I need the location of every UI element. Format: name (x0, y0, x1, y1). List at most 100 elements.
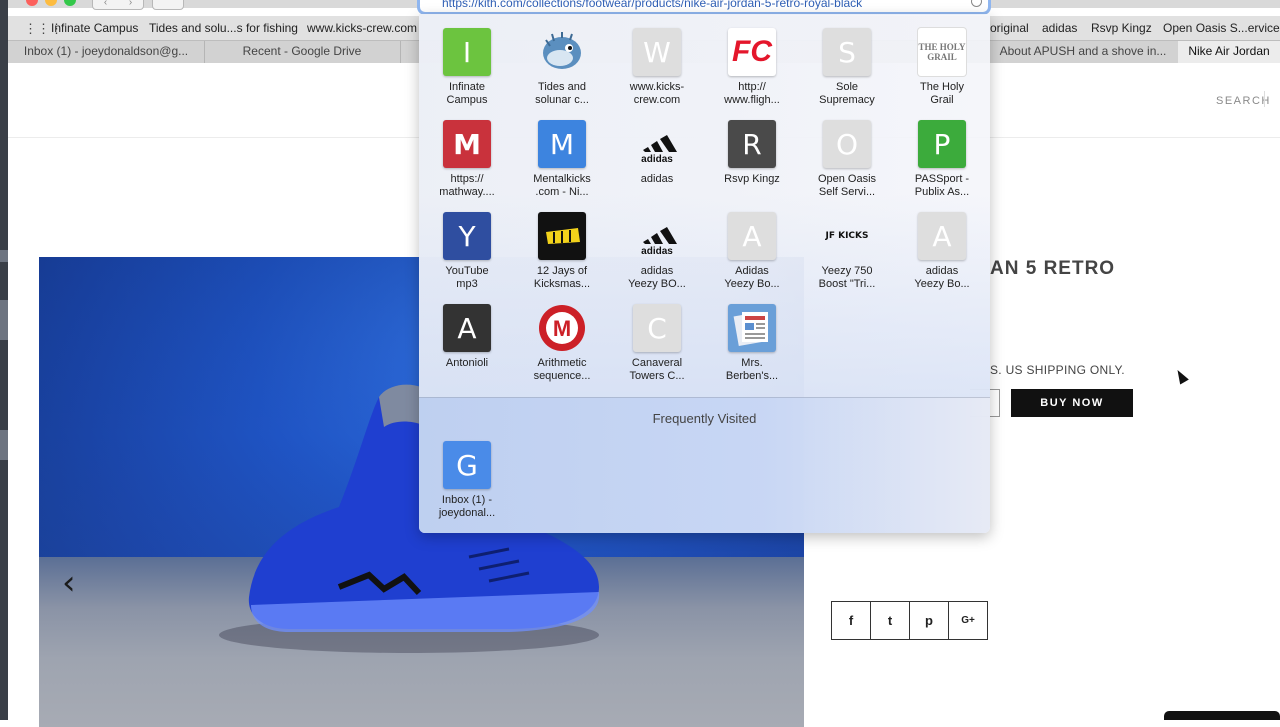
favorite-kicks-crew[interactable]: W www.kicks- crew.com (617, 28, 697, 107)
favorite-adidas[interactable]: adidas adidas (617, 120, 697, 186)
bookmark-original[interactable]: original (990, 21, 1029, 35)
favorite-label: https:// mathway.... (439, 173, 495, 198)
favorite-letter-tile: S (823, 28, 871, 76)
bookmark-infinate-campus[interactable]: Infinate Campus (51, 21, 138, 35)
arithmetic-logo-icon: M (538, 304, 586, 352)
favorite-label: adidas Yeezy Bo... (914, 265, 970, 290)
favorite-label: Mrs. Berben's... (725, 357, 779, 382)
url-text[interactable]: https://kith.com/collections/footwear/pr… (442, 0, 862, 10)
favorite-label: YouTube mp3 (445, 265, 489, 290)
header-divider (1264, 91, 1265, 107)
favorite-holy-grail[interactable]: THE HOLY GRAIL The Holy Grail (902, 28, 982, 107)
adidas-logo-icon: adidas (633, 120, 681, 168)
favorite-letter-tile: C (633, 304, 681, 352)
favorite-letter-tile: A (443, 304, 491, 352)
favorite-arithmetic-sequence[interactable]: M Arithmetic sequence... (522, 304, 602, 383)
favorite-adidas-yeezy-1[interactable]: adidas adidas Yeezy BO... (617, 212, 697, 291)
favorites-popover: I Infinate Campus Tides and solunar c...… (419, 14, 990, 533)
forward-icon[interactable]: › (129, 0, 132, 8)
facebook-share-icon[interactable]: f (832, 602, 871, 639)
favorite-antonioli[interactable]: A Antonioli (427, 304, 507, 370)
favorite-rsvp-kingz[interactable]: R Rsvp Kingz (712, 120, 792, 186)
favorite-label: http:// www.fligh... (724, 81, 780, 106)
favorite-mrs-berben[interactable]: Mrs. Berben's... (712, 304, 792, 383)
sidebar-toggle-button[interactable] (152, 0, 184, 10)
desktop-background (0, 0, 8, 720)
navigation-buttons[interactable]: ‹ › (92, 0, 144, 10)
favorite-letter-tile: R (728, 120, 776, 168)
favorite-label: PASSport - Publix As... (914, 173, 970, 198)
favorite-letter-tile: I (443, 28, 491, 76)
favorite-open-oasis[interactable]: O Open Oasis Self Servi... (807, 120, 887, 199)
favorite-passport[interactable]: P PASSport - Publix As... (902, 120, 982, 199)
favorite-letter-tile: G (443, 441, 491, 489)
mathway-logo-icon: M (443, 120, 491, 168)
favorite-label: Inbox (1) - joeydonal... (438, 494, 496, 519)
bookmark-open-oasis[interactable]: Open Oasis S...ervice (l (1163, 21, 1280, 35)
frequent-inbox[interactable]: G Inbox (1) - joeydonal... (427, 441, 507, 520)
favorite-label: Infinate Campus (446, 81, 488, 106)
favorite-adidas-yeezy-2[interactable]: A Adidas Yeezy Bo... (712, 212, 792, 291)
favorite-label: Mentalkicks .com - Ni... (533, 173, 591, 198)
search-link[interactable]: SEARCH (1216, 95, 1271, 107)
buy-now-button[interactable]: BUY NOW (1011, 389, 1133, 417)
favorite-letter-tile: O (823, 120, 871, 168)
favorite-letter-tile: Y (443, 212, 491, 260)
share-buttons: f t p G+ (831, 601, 988, 640)
favorite-mathway[interactable]: M https:// mathway.... (427, 120, 507, 199)
svg-text:adidas: adidas (641, 154, 673, 165)
favorite-flightclub[interactable]: FC http:// www.fligh... (712, 28, 792, 107)
product-title: AN 5 RETRO (990, 258, 1116, 279)
favorite-label: Adidas Yeezy Bo... (724, 265, 780, 290)
kicksmas-logo-icon (538, 212, 586, 260)
tab-apush[interactable]: About APUSH and a shove in... (988, 41, 1179, 63)
favorite-label: www.kicks- crew.com (629, 81, 685, 106)
tab-nike-air-jordan[interactable]: Nike Air Jordan (1178, 41, 1280, 63)
favorite-sole-supremacy[interactable]: S Sole Supremacy (807, 28, 887, 107)
favorite-letter-tile: M (538, 120, 586, 168)
tab-google-drive[interactable]: Recent - Google Drive (204, 41, 401, 63)
google-plus-share-icon[interactable]: G+ (949, 602, 987, 639)
mouse-cursor (1173, 367, 1189, 385)
holy-grail-logo-icon: THE HOLY GRAIL (918, 28, 966, 76)
minimize-window-button[interactable] (45, 0, 57, 6)
twitter-share-icon[interactable]: t (871, 602, 910, 639)
favorite-tides[interactable]: Tides and solunar c... (522, 28, 602, 107)
reload-icon[interactable] (971, 0, 982, 7)
bookmark-rsvp-kingz[interactable]: Rsvp Kingz (1091, 21, 1152, 35)
favorite-label: Tides and solunar c... (535, 81, 589, 106)
favorite-infinate-campus[interactable]: I Infinate Campus (427, 28, 507, 107)
news-pages-icon (728, 304, 776, 352)
tab-inbox[interactable]: Inbox (1) - joeydonaldson@g... (8, 41, 205, 63)
favorite-canaveral-towers[interactable]: C Canaveral Towers C... (617, 304, 697, 383)
address-bar[interactable]: https://kith.com/collections/footwear/pr… (420, 0, 988, 12)
favorite-adidas-yeezy-3[interactable]: A adidas Yeezy Bo... (902, 212, 982, 291)
favorite-label: Antonioli (445, 357, 489, 369)
chat-widget-tab[interactable] (1164, 711, 1280, 720)
close-window-button[interactable] (26, 0, 38, 6)
popover-divider (419, 397, 990, 398)
bookmark-adidas[interactable]: adidas (1042, 21, 1077, 35)
favorite-letter-tile: P (918, 120, 966, 168)
adidas-logo-icon: adidas (633, 212, 681, 260)
favorite-letter-tile: A (918, 212, 966, 260)
favorite-yeezy-750[interactable]: JF KICKS Yeezy 750 Boost "Tri... (807, 212, 887, 291)
back-icon[interactable]: ‹ (104, 0, 107, 8)
favorite-12-jays[interactable]: 12 Jays of Kicksmas... (522, 212, 602, 291)
favorite-mentalkicks[interactable]: M Mentalkicks .com - Ni... (522, 120, 602, 199)
pinterest-share-icon[interactable]: p (910, 602, 949, 639)
carousel-prev-button[interactable]: ‹ (62, 563, 76, 603)
favorite-label: 12 Jays of Kicksmas... (533, 265, 591, 290)
favorite-label: Rsvp Kingz (724, 173, 780, 185)
svg-text:M: M (553, 316, 571, 341)
favorite-label: adidas (640, 173, 674, 185)
bookmark-kicks-crew[interactable]: www.kicks-crew.com (307, 21, 417, 35)
favorite-label: Arithmetic sequence... (533, 357, 591, 382)
bookmark-tides[interactable]: Tides and solu...s for fishing (149, 21, 298, 35)
pufferfish-icon (538, 28, 586, 76)
favorite-youtube-mp3[interactable]: Y YouTube mp3 (427, 212, 507, 291)
favorite-letter-tile: W (633, 28, 681, 76)
zoom-window-button[interactable] (64, 0, 76, 6)
svg-text:adidas: adidas (641, 246, 673, 257)
favorite-label: The Holy Grail (919, 81, 965, 106)
